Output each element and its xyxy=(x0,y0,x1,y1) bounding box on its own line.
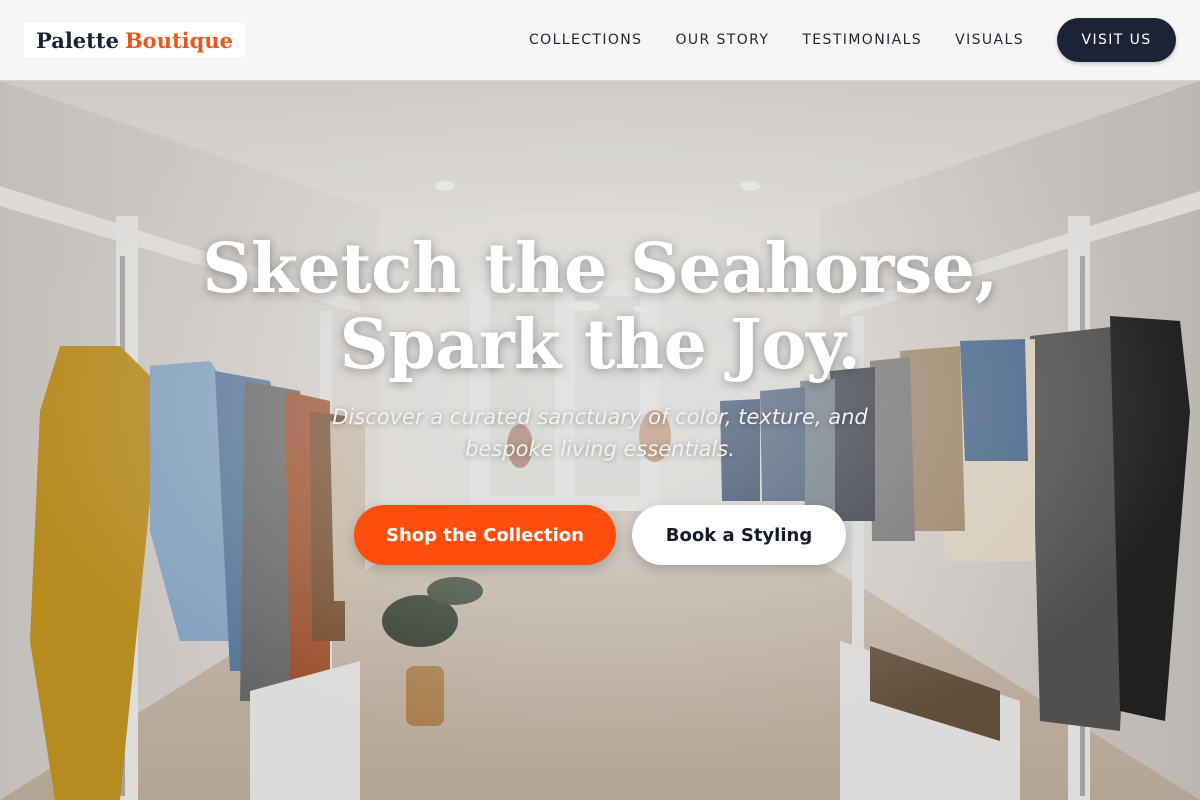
main-nav: COLLECTIONS OUR STORY TESTIMONIALS VISUA… xyxy=(529,18,1176,62)
hero-subtitle-line2: bespoke living essentials. xyxy=(465,437,735,461)
hero-title-line2: Spark the Joy. xyxy=(339,305,861,385)
visit-us-button[interactable]: VISIT US xyxy=(1057,18,1176,62)
hero-title-line1: Sketch the Seahorse, xyxy=(202,229,998,309)
nav-link-our-story[interactable]: OUR STORY xyxy=(675,32,769,48)
nav-link-collections[interactable]: COLLECTIONS xyxy=(529,32,642,48)
shop-collection-button[interactable]: Shop the Collection xyxy=(354,505,616,565)
hero-subtitle-line1: Discover a curated sanctuary of color, t… xyxy=(332,405,868,429)
brand-logo[interactable]: Palette Boutique xyxy=(24,23,245,57)
site-header: Palette Boutique COLLECTIONS OUR STORY T… xyxy=(0,0,1200,81)
book-styling-button[interactable]: Book a Styling xyxy=(632,505,846,565)
nav-link-testimonials[interactable]: TESTIMONIALS xyxy=(802,32,922,48)
nav-link-visuals[interactable]: VISUALS xyxy=(955,32,1024,48)
hero-section: Sketch the Seahorse, Spark the Joy. Disc… xyxy=(0,81,1200,800)
brand-name-second: Boutique xyxy=(124,27,233,53)
brand-name-first: Palette xyxy=(36,27,119,53)
